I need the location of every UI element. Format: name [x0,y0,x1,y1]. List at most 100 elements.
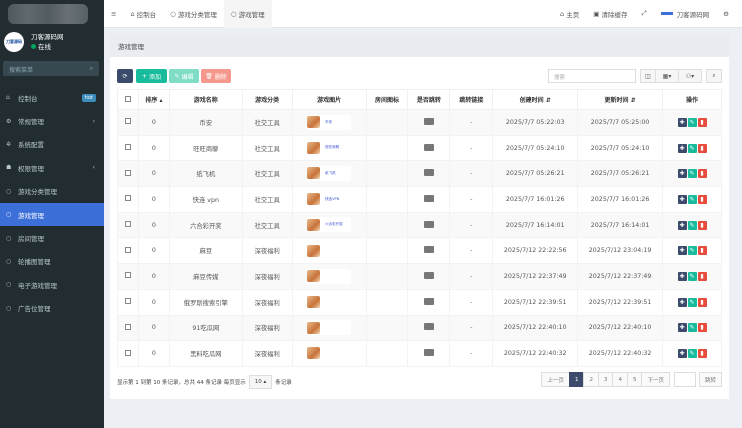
sidebar-item[interactable]: ○ 房间管理 [0,226,104,249]
column-header[interactable]: 游戏分类 [241,89,293,110]
page-5-button[interactable]: 5 [626,372,643,387]
row-edit-button[interactable]: ✎ [687,117,697,127]
row-delete-button[interactable]: ▮ [697,297,707,307]
row-checkbox[interactable] [124,221,131,228]
redirect-toggle[interactable] [423,143,434,151]
menu-toggle-icon[interactable]: ≡ [104,0,123,28]
row-delete-button[interactable]: ▮ [697,117,707,127]
column-header[interactable]: 创建时间 ⇵ [492,89,579,110]
column-header[interactable]: 游戏名称 [168,89,243,110]
toggle-view-icon[interactable]: ◫ [640,69,656,83]
drag-sort-button[interactable]: ✚ [677,169,687,179]
redirect-toggle[interactable] [423,246,434,254]
export-dropdown-icon[interactable]: ⚇▾ [678,69,702,83]
page-1-button[interactable]: 1 [568,372,585,387]
page-size-select[interactable]: 10 ▴ [248,375,273,389]
redirect-toggle[interactable] [423,220,434,228]
tab-dashboard[interactable]: ⌂ 控制台 [123,0,163,28]
row-checkbox[interactable] [124,195,131,202]
tab-game-management[interactable]: ○ 游戏管理 [223,0,272,28]
sidebar-item[interactable]: ○ 游戏分类管理 [0,180,104,203]
search-input[interactable]: 搜索 [548,69,636,83]
refresh-button[interactable]: ⟳ [117,69,133,83]
drag-sort-button[interactable]: ✚ [677,349,687,359]
clear-cache-button[interactable]: ▣ 清除缓存 [586,0,634,28]
add-button[interactable]: + 添加 [136,69,167,83]
edit-button[interactable]: ✎ 编辑 [169,69,199,83]
redirect-toggle[interactable] [423,323,434,331]
jump-page-input[interactable] [673,372,696,387]
row-edit-button[interactable]: ✎ [687,297,697,307]
sidebar-item[interactable]: ○ 电子游戏管理 [0,273,104,296]
drag-sort-button[interactable]: ✚ [677,117,687,127]
row-checkbox[interactable] [124,118,131,125]
drag-sort-button[interactable]: ✚ [677,143,687,153]
row-edit-button[interactable]: ✎ [687,323,697,333]
page-4-button[interactable]: 4 [612,372,628,387]
redirect-toggle[interactable] [423,194,434,202]
next-page-button[interactable]: 下一页 [641,372,670,387]
row-delete-button[interactable]: ▮ [697,169,707,179]
column-header[interactable]: 排序 ▴ [137,89,170,110]
drag-sort-button[interactable]: ✚ [677,194,687,204]
fullscreen-icon[interactable]: ⤢ [634,0,653,28]
sidebar-item[interactable]: ○ 轮播图管理 [0,250,104,273]
row-edit-button[interactable]: ✎ [687,349,697,359]
sidebar-item[interactable]: ⚙ 常规管理 ‹ [0,109,104,132]
row-edit-button[interactable]: ✎ [687,194,697,204]
row-checkbox[interactable] [124,349,131,356]
sidebar-item[interactable]: ⌂ 控制台 hot [0,86,104,109]
row-checkbox[interactable] [124,144,131,151]
redirect-toggle[interactable] [423,117,434,125]
column-header[interactable]: 房间图标 [365,89,409,110]
column-header[interactable]: 游戏图片 [291,89,367,110]
row-delete-button[interactable]: ▮ [697,194,707,204]
sidebar-item[interactable]: ○ 广告位管理 [0,297,104,320]
prev-page-button[interactable]: 上一页 [541,372,570,387]
user-menu[interactable]: 刀客源码网 [654,0,717,28]
sidebar-item[interactable]: ☗ 权限管理 ‹ [0,156,104,179]
home-link[interactable]: ⌂ 主页 [553,0,586,28]
redirect-toggle[interactable] [423,297,434,305]
row-delete-button[interactable]: ▮ [697,323,707,333]
column-header[interactable]: 更新时间 ⇵ [577,89,664,110]
drag-sort-button[interactable]: ✚ [677,271,687,281]
row-delete-button[interactable]: ▮ [697,349,707,359]
row-checkbox[interactable] [124,169,131,176]
settings-icon[interactable]: ⚙ [716,0,736,28]
column-header[interactable]: 跳转链接 [449,89,494,110]
select-all-checkbox[interactable] [124,95,131,102]
delete-button[interactable]: 🗑 删除 [201,69,231,83]
row-checkbox[interactable] [124,323,131,330]
column-header[interactable]: 是否跳转 [407,89,451,110]
tab-game-category[interactable]: ○ 游戏分类管理 [163,0,224,28]
sidebar-item[interactable]: ✲ 系统配置 [0,133,104,156]
drag-sort-button[interactable]: ✚ [677,220,687,230]
row-checkbox[interactable] [124,246,131,253]
advanced-search-icon[interactable]: ⌕ [706,69,722,83]
row-edit-button[interactable]: ✎ [687,169,697,179]
menu-search-input[interactable]: 搜索菜单 ⌕ [3,61,99,76]
row-delete-button[interactable]: ▮ [697,246,707,256]
page-3-button[interactable]: 3 [597,372,614,387]
row-checkbox[interactable] [124,272,131,279]
row-edit-button[interactable]: ✎ [687,271,697,281]
jump-button[interactable]: 跳转 [698,372,722,387]
page-2-button[interactable]: 2 [583,372,599,387]
column-header[interactable]: 操作 [662,89,722,110]
row-edit-button[interactable]: ✎ [687,143,697,153]
sidebar-item[interactable]: ○ 游戏管理 [0,202,104,227]
redirect-toggle[interactable] [423,271,434,279]
drag-sort-button[interactable]: ✚ [677,246,687,256]
drag-sort-button[interactable]: ✚ [677,323,687,333]
row-edit-button[interactable]: ✎ [687,246,697,256]
redirect-toggle[interactable] [423,349,434,357]
row-checkbox[interactable] [124,298,131,305]
row-edit-button[interactable]: ✎ [687,220,697,230]
drag-sort-button[interactable]: ✚ [677,297,687,307]
row-delete-button[interactable]: ▮ [697,220,707,230]
redirect-toggle[interactable] [423,169,434,177]
columns-dropdown-icon[interactable]: ▦▾ [655,69,679,83]
row-delete-button[interactable]: ▮ [697,143,707,153]
row-delete-button[interactable]: ▮ [697,271,707,281]
